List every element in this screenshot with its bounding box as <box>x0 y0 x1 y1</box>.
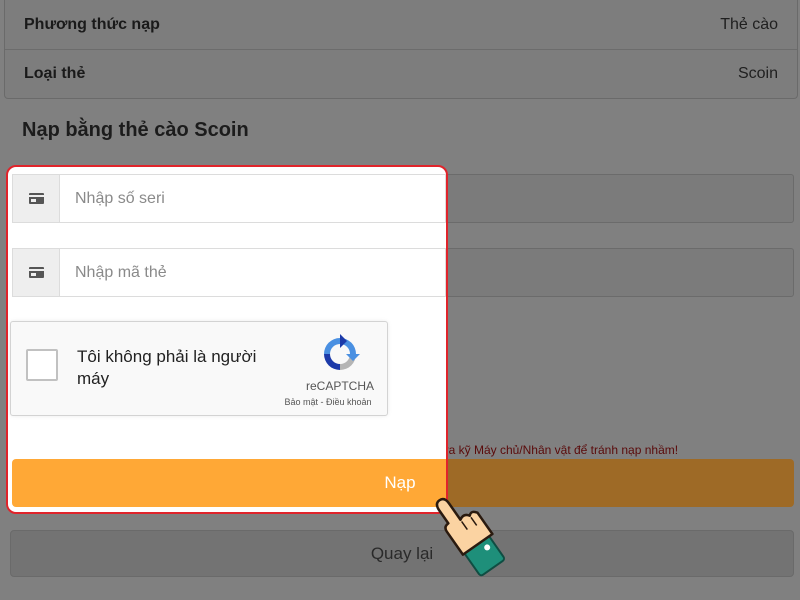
recaptcha-label: Tôi không phải là người máy <box>77 347 257 388</box>
info-row-method: Phương thức nạp Thẻ cào <box>5 0 797 49</box>
method-label: Phương thức nạp <box>24 15 160 33</box>
code-input-dimmed <box>446 248 794 297</box>
recaptcha-brand: reCAPTCHA <box>305 379 374 393</box>
recaptcha-checkbox[interactable] <box>26 349 58 381</box>
payment-info-box: Phương thức nạp Thẻ cào Loại thẻ Scoin <box>4 0 798 99</box>
card-type-label: Loại thẻ <box>24 65 86 82</box>
recaptcha-links[interactable]: Bảo mật - Điều khoản <box>269 397 387 407</box>
code-input[interactable] <box>60 249 445 296</box>
serial-input-dimmed <box>446 174 794 223</box>
code-addon <box>13 249 60 296</box>
recaptcha-logo-icon <box>324 334 360 370</box>
serial-field <box>12 174 446 223</box>
submit-button[interactable] <box>12 459 446 507</box>
credit-card-icon <box>28 267 44 278</box>
highlighted-form-panel: Tôi không phải là người máy reCAPTCHA Bả… <box>6 165 448 514</box>
back-button[interactable]: Quay lại <box>10 530 794 577</box>
pointing-hand-icon <box>435 497 506 577</box>
serial-addon <box>13 175 60 222</box>
serial-input[interactable] <box>60 175 445 222</box>
card-type-value: Scoin <box>737 65 778 82</box>
section-title: Nạp bằng thẻ cào Scoin <box>22 119 249 141</box>
recaptcha-widget: Tôi không phải là người máy reCAPTCHA Bả… <box>10 321 388 416</box>
method-value: Thẻ cào <box>720 15 778 33</box>
code-field <box>12 248 446 297</box>
credit-card-icon <box>28 193 44 204</box>
info-row-card-type: Loại thẻ Scoin <box>5 49 797 98</box>
